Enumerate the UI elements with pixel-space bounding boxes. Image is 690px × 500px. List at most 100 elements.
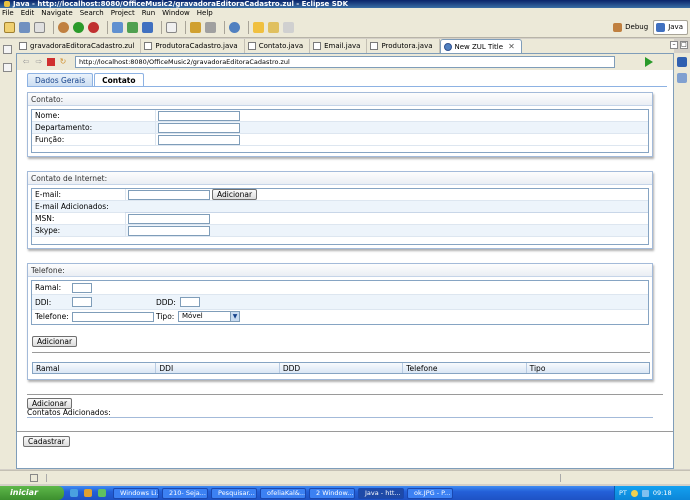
language-indicator[interactable]: PT — [619, 489, 627, 497]
menu-help[interactable]: Help — [197, 8, 213, 18]
task-paint[interactable]: ok.JPG - P... — [407, 487, 453, 499]
menu-navigate[interactable]: Navigate — [41, 8, 72, 18]
tray-volume-icon[interactable] — [641, 489, 649, 497]
new-file-icon[interactable] — [4, 22, 15, 33]
url-input[interactable]: http://localhost:8080/OfficeMusic2/grava… — [75, 56, 615, 68]
back-arrow-icon[interactable] — [268, 22, 279, 33]
task-windows[interactable]: 2 Window... — [309, 487, 355, 499]
skype-label: Skype: — [35, 226, 61, 235]
go-icon[interactable] — [645, 57, 653, 67]
cadastrar-button[interactable]: Cadastrar — [23, 436, 70, 447]
task-java-eclipse[interactable]: Java - htt... — [358, 487, 404, 499]
task-ofelia[interactable]: ofeliaKal&... — [260, 487, 306, 499]
toolbar-separator — [248, 21, 249, 34]
task-pesquisar[interactable]: Pesquisar... — [211, 487, 257, 499]
quick-launch-folder-icon[interactable] — [84, 489, 92, 497]
outline-icon[interactable] — [677, 57, 687, 67]
column-ramal[interactable]: Ramal — [33, 363, 157, 373]
tab-new-zul-title[interactable]: New ZUL Title ✕ — [439, 39, 522, 54]
column-ddd[interactable]: DDD — [280, 363, 404, 373]
close-tab-icon[interactable]: ✕ — [508, 40, 515, 54]
tray-network-icon[interactable] — [630, 489, 638, 497]
new-class-icon[interactable] — [142, 22, 153, 33]
search-icon[interactable] — [205, 22, 216, 33]
menu-project[interactable]: Project — [111, 8, 135, 18]
start-button[interactable]: iniciar — [0, 486, 64, 500]
tab-produtora-java[interactable]: Produtora.java — [367, 39, 440, 53]
column-tipo[interactable]: Tipo — [527, 363, 649, 373]
menu-edit[interactable]: Edit — [21, 8, 35, 18]
msn-input[interactable] — [128, 214, 210, 224]
telefone-row: Telefone: Tipo: Móvel ▼ — [32, 310, 648, 324]
next-annotation-icon[interactable] — [253, 22, 264, 33]
menu-run[interactable]: Run — [142, 8, 155, 18]
perspective-java-label: Java — [668, 23, 683, 31]
windows-taskbar: iniciar Windows Li... 210- Seja... Pesqu… — [0, 486, 690, 500]
tipo-select[interactable]: Móvel ▼ — [178, 311, 240, 322]
restore-icon[interactable] — [3, 45, 12, 54]
email-input[interactable] — [128, 190, 210, 200]
package-explorer-icon[interactable] — [3, 63, 12, 72]
perspective-java[interactable]: Java — [653, 20, 688, 35]
tab-gravadora-zul[interactable]: gravadoraEditoraCadastro.zul — [16, 39, 142, 53]
debug-perspective-icon — [613, 23, 623, 32]
status-divider — [46, 474, 47, 482]
save-icon[interactable] — [19, 22, 30, 33]
external-tools-icon[interactable] — [88, 22, 99, 33]
web-browser-icon[interactable] — [229, 22, 240, 33]
perspective-debug[interactable]: Debug — [610, 20, 653, 35]
stop-icon[interactable] — [47, 58, 55, 66]
ramal-input[interactable] — [72, 283, 92, 293]
menu-window[interactable]: Window — [162, 8, 190, 18]
task-label: Windows Li... — [120, 489, 159, 497]
minimize-icon[interactable]: – — [670, 41, 678, 49]
section-divider — [27, 394, 663, 395]
maximize-icon[interactable]: □ — [680, 41, 688, 49]
tab-label: Contato.java — [258, 42, 304, 50]
open-task-icon[interactable] — [190, 22, 201, 33]
departamento-input[interactable] — [158, 123, 240, 133]
tipo-label: Tipo: — [156, 312, 175, 321]
column-ddi[interactable]: DDI — [156, 363, 280, 373]
ddi-input[interactable] — [72, 297, 92, 307]
cell-divider — [155, 134, 156, 146]
new-package-icon[interactable] — [127, 22, 138, 33]
print-icon[interactable] — [34, 22, 45, 33]
ddd-label: DDD: — [156, 298, 176, 307]
funcao-input[interactable] — [158, 135, 240, 145]
java-perspective-icon — [656, 23, 666, 32]
skype-input[interactable] — [128, 226, 210, 236]
tab-produtora-cadastro[interactable]: ProdutoraCadastro.java — [141, 39, 245, 53]
quick-launch-messenger-icon[interactable] — [98, 489, 106, 497]
ddd-input[interactable] — [180, 297, 200, 307]
add-telefone-button[interactable]: Adicionar — [32, 336, 78, 347]
new-java-project-icon[interactable] — [112, 22, 123, 33]
menu-file[interactable]: File — [2, 8, 14, 18]
tab-contato[interactable]: Contato — [94, 73, 144, 87]
debug-icon[interactable] — [58, 22, 69, 33]
task-seja[interactable]: 210- Seja... — [162, 487, 208, 499]
run-icon[interactable] — [73, 22, 84, 33]
forward-icon[interactable]: ⇨ — [34, 57, 44, 67]
tab-label: ProdutoraCadastro.java — [155, 42, 238, 50]
add-email-button[interactable]: Adicionar — [212, 189, 258, 200]
telefone-input[interactable] — [72, 312, 154, 322]
open-type-icon[interactable] — [166, 22, 177, 33]
menu-search[interactable]: Search — [80, 8, 104, 18]
quick-launch-ie-icon[interactable] — [70, 489, 78, 497]
departamento-row: Departamento: — [32, 122, 648, 134]
nome-input[interactable] — [158, 111, 240, 121]
column-telefone[interactable]: Telefone — [403, 363, 527, 373]
tab-contato-java[interactable]: Contato.java — [245, 39, 311, 53]
refresh-icon[interactable]: ↻ — [58, 57, 68, 67]
tab-dados-gerais[interactable]: Dados Gerais — [27, 73, 94, 87]
msn-label: MSN: — [35, 214, 55, 223]
hierarchy-icon[interactable] — [677, 73, 687, 83]
fast-view-icon[interactable] — [30, 474, 38, 482]
editor-window-controls: – □ — [668, 41, 688, 49]
tab-email-java[interactable]: Email.java — [310, 39, 368, 53]
forward-arrow-icon[interactable] — [283, 22, 294, 33]
back-icon[interactable]: ⇦ — [21, 57, 31, 67]
msn-row: MSN: — [32, 213, 648, 225]
task-windows-live[interactable]: Windows Li... — [113, 487, 159, 499]
